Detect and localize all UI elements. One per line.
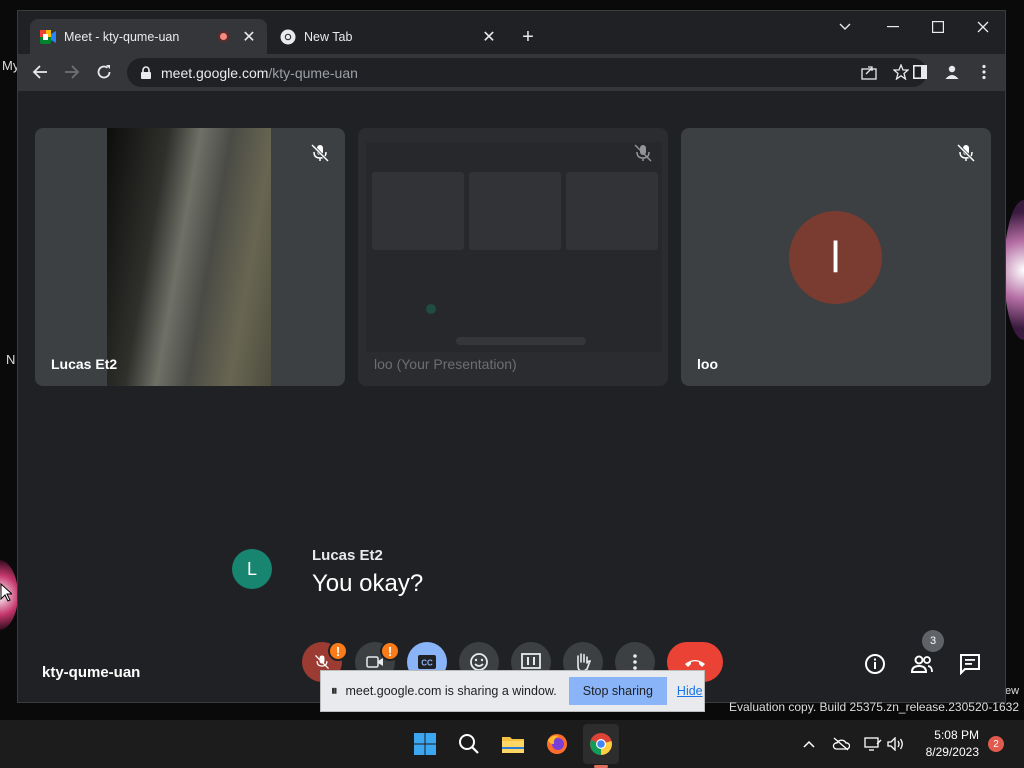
tab-title: New Tab bbox=[304, 29, 353, 44]
recording-indicator-icon bbox=[218, 31, 229, 42]
desktop-label-fragment: ew bbox=[1005, 685, 1020, 697]
participant-tile[interactable]: Lucas Et2 bbox=[35, 128, 345, 386]
browser-toolbar: meet.google.com/kty-qume-uan bbox=[18, 54, 1005, 91]
tab-search-chevron-icon[interactable] bbox=[823, 13, 867, 41]
chat-button[interactable] bbox=[958, 652, 982, 676]
stop-sharing-button[interactable]: Stop sharing bbox=[568, 677, 667, 705]
preview-tile bbox=[566, 172, 658, 250]
people-count-badge: 3 bbox=[922, 630, 944, 652]
smiley-icon bbox=[470, 653, 488, 671]
volume-icon[interactable] bbox=[887, 736, 905, 752]
chrome-menu-icon[interactable] bbox=[970, 58, 998, 86]
google-meet-icon bbox=[40, 29, 56, 45]
address-bar[interactable]: meet.google.com/kty-qume-uan bbox=[127, 58, 927, 87]
caption-speaker: Lucas Et2 bbox=[312, 547, 383, 564]
onedrive-offline-icon[interactable] bbox=[832, 736, 850, 752]
camera-alert-badge[interactable]: ! bbox=[380, 641, 400, 661]
chrome-icon bbox=[280, 29, 296, 45]
side-panel-icon[interactable] bbox=[906, 58, 934, 86]
chrome-taskbar-icon[interactable] bbox=[587, 730, 615, 758]
network-icon[interactable] bbox=[864, 736, 882, 752]
hide-link[interactable]: Hide bbox=[677, 684, 703, 698]
caption-text: You okay? bbox=[312, 570, 424, 597]
chevron-up-icon[interactable] bbox=[800, 736, 818, 752]
preview-avatar bbox=[426, 304, 436, 314]
reload-icon[interactable] bbox=[90, 58, 118, 86]
tab-strip: Meet - kty-qume-uan ✕ New Tab ✕ + bbox=[18, 11, 1005, 54]
pause-icon: ⏸ bbox=[331, 683, 338, 698]
browser-window: Meet - kty-qume-uan ✕ New Tab ✕ + meet.g… bbox=[17, 10, 1006, 703]
people-icon bbox=[910, 655, 933, 673]
people-button[interactable] bbox=[910, 652, 934, 676]
meet-page: Lucas Et2 loo (Your Presentation) l loo … bbox=[18, 91, 1005, 702]
mic-off-icon bbox=[310, 143, 330, 163]
url-path: /kty-qume-uan bbox=[268, 64, 358, 81]
mouse-cursor-icon bbox=[0, 583, 12, 602]
close-tab-icon[interactable]: ✕ bbox=[241, 27, 257, 47]
mic-off-icon bbox=[634, 144, 652, 162]
windows-start-icon[interactable] bbox=[411, 730, 439, 758]
new-tab-plus-icon[interactable]: + bbox=[518, 27, 538, 47]
close-window-icon[interactable] bbox=[961, 13, 1005, 41]
file-explorer-icon[interactable] bbox=[499, 730, 527, 758]
search-icon[interactable] bbox=[455, 730, 483, 758]
maximize-icon[interactable] bbox=[916, 13, 960, 41]
windows-evaluation-watermark: Evaluation copy. Build 25375.zn_release.… bbox=[729, 700, 1019, 714]
closed-captions-icon: CC bbox=[418, 655, 436, 669]
participant-name: loo bbox=[697, 356, 718, 372]
tab-meet[interactable]: Meet - kty-qume-uan ✕ bbox=[30, 19, 267, 54]
hand-icon bbox=[577, 653, 592, 672]
preview-controls bbox=[456, 337, 586, 345]
preview-tile bbox=[469, 172, 561, 250]
clock-time: 5:08 PM bbox=[934, 728, 979, 742]
notification-badge[interactable]: 2 bbox=[988, 736, 1004, 752]
info-icon bbox=[865, 654, 885, 674]
chat-icon bbox=[960, 654, 980, 675]
preview-tile bbox=[372, 172, 464, 250]
firefox-icon[interactable] bbox=[543, 730, 571, 758]
wallpaper-fragment bbox=[1004, 200, 1024, 340]
share-message: meet.google.com is sharing a window. bbox=[345, 684, 557, 698]
desktop-label-fragment: N bbox=[6, 352, 16, 367]
svg-text:CC: CC bbox=[421, 659, 433, 668]
hang-up-icon bbox=[685, 660, 705, 667]
minimize-icon[interactable] bbox=[871, 13, 915, 41]
url-host: meet.google.com bbox=[161, 64, 269, 81]
presentation-preview bbox=[366, 142, 662, 352]
participant-name: loo (Your Presentation) bbox=[374, 356, 517, 372]
back-arrow-icon[interactable] bbox=[26, 58, 54, 86]
participant-tile[interactable]: l loo bbox=[681, 128, 991, 386]
tab-new-tab[interactable]: New Tab ✕ bbox=[270, 19, 507, 54]
clock-date: 8/29/2023 bbox=[925, 745, 979, 759]
meeting-details-button[interactable] bbox=[863, 652, 887, 676]
avatar: l bbox=[789, 211, 882, 304]
forward-arrow-icon[interactable] bbox=[58, 58, 86, 86]
participant-name: Lucas Et2 bbox=[51, 356, 118, 372]
system-clock[interactable]: 5:08 PM 8/29/2023 bbox=[915, 727, 979, 761]
mic-off-icon bbox=[956, 143, 976, 163]
mic-alert-badge[interactable]: ! bbox=[328, 641, 348, 661]
more-vertical-icon bbox=[633, 654, 637, 670]
profile-icon[interactable] bbox=[938, 58, 966, 86]
present-screen-icon bbox=[521, 653, 541, 669]
screen-share-notification-bar: ⏸ meet.google.com is sharing a window. S… bbox=[320, 670, 705, 712]
caption-avatar: L bbox=[232, 549, 272, 589]
close-tab-icon[interactable]: ✕ bbox=[481, 27, 497, 47]
participant-video bbox=[107, 128, 271, 386]
tab-title: Meet - kty-qume-uan bbox=[64, 29, 180, 44]
share-page-icon[interactable] bbox=[861, 64, 877, 85]
meeting-code: kty-qume-uan bbox=[42, 664, 141, 681]
lock-icon bbox=[141, 65, 151, 79]
presentation-tile[interactable]: loo (Your Presentation) bbox=[358, 128, 668, 386]
